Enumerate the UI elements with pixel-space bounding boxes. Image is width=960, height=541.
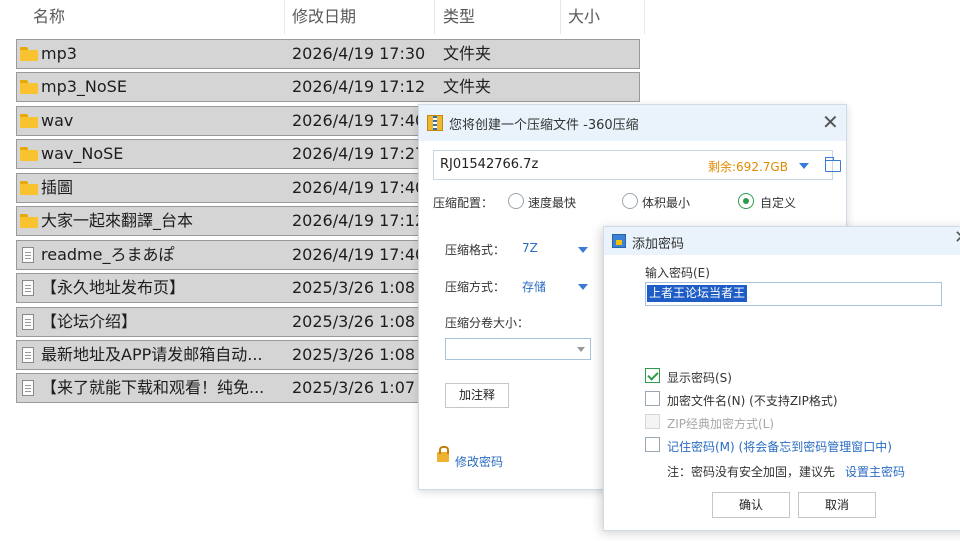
remember-password-checkbox[interactable] [645,437,660,452]
security-note: 注：密码没有安全加固，建议先 [667,465,836,479]
file-name: mp3 [41,44,77,63]
file-name: readme_ろまあぽ [41,245,175,264]
config-label: 压缩配置： [433,196,494,210]
column-header-name[interactable]: 名称 [33,0,65,34]
close-button[interactable]: ✕ [822,110,839,134]
file-icon [22,280,34,296]
column-divider[interactable] [434,0,435,34]
file-row[interactable]: mp3 2026/4/19 17:30 文件夹 [16,39,640,69]
chevron-down-icon[interactable] [577,347,585,352]
password-icon [612,234,626,248]
sort-arrow-icon: ^ [150,0,161,8]
column-header-date[interactable]: 修改日期 [292,0,356,34]
folder-icon [20,80,38,94]
file-date: 2026/4/19 17:30 [292,44,426,63]
file-icon [22,314,34,330]
remember-password-label[interactable]: 记住密码(M) (将会备忘到密码管理窗口中) [667,438,892,455]
split-size-label: 压缩分卷大小： [445,316,530,330]
method-dropdown-icon[interactable] [578,284,588,290]
file-date: 2026/4/19 17:40 [292,245,426,264]
zip-classic-label: ZIP经典加密方式(L) [667,417,775,431]
file-type: 文件夹 [443,77,492,96]
file-name: 【永久地址发布页】 [41,278,186,297]
set-master-password-link[interactable]: 设置主密码 [845,463,905,480]
radio-custom[interactable] [738,193,754,209]
password-value[interactable]: 上者王论坛当者王 [647,285,748,302]
add-password-dialog: 添加密码 ✕ 输入密码(E) 上者王论坛当者王 显示密码(S) 加密文件名(N)… [603,226,960,531]
radio-smallest[interactable] [622,193,638,209]
archive-path-field[interactable]: RJ01542766.7z 剩余:692.7GB [433,150,841,180]
confirm-button[interactable]: 确认 [712,492,790,518]
file-name: wav [41,111,74,130]
file-name: 【来了就能下载和观看！纯免... [41,378,265,397]
file-date: 2025/3/26 1:08 [292,278,416,297]
path-dropdown-icon[interactable] [799,163,809,169]
dialog-titlebar[interactable]: 您将创建一个压缩文件 -360压缩 ✕ [419,105,846,141]
browse-folder-icon[interactable] [824,157,841,172]
file-name: 大家一起來翻譯_台本 [41,211,194,230]
file-row[interactable]: mp3_NoSE 2026/4/19 17:12 文件夹 [16,72,640,102]
format-label: 压缩格式： [445,243,506,257]
option-smallest-label[interactable]: 体积最小 [642,194,690,211]
file-date: 2025/3/26 1:08 [292,345,416,364]
split-size-combobox[interactable] [445,338,591,360]
archive-filename[interactable]: RJ01542766.7z [440,157,538,172]
option-custom-label[interactable]: 自定义 [760,194,796,211]
cancel-button[interactable]: 取消 [798,492,876,518]
format-dropdown-icon[interactable] [578,247,588,253]
column-header-type[interactable]: 类型 [443,0,475,34]
column-divider[interactable] [644,0,645,34]
folder-icon [20,214,38,228]
file-date: 2026/4/19 17:40 [292,178,426,197]
file-type: 文件夹 [443,44,492,63]
file-icon [22,380,34,396]
file-date: 2025/3/26 1:08 [292,312,416,331]
show-password-label[interactable]: 显示密码(S) [667,369,732,386]
file-name: 插圖 [41,178,74,197]
method-label: 压缩方式： [445,280,506,294]
file-icon [22,347,34,363]
file-date: 2025/3/26 1:07 [292,378,416,397]
add-comment-button[interactable]: 加注释 [445,383,509,408]
option-fastest-label[interactable]: 速度最快 [528,194,576,211]
folder-icon [20,114,38,128]
zip-classic-checkbox [645,414,660,429]
folder-icon [20,181,38,195]
free-space-label: 剩余:692.7GB [708,160,788,174]
column-divider[interactable] [560,0,561,34]
file-date: 2026/4/19 17:12 [292,211,426,230]
file-name: 【论坛介绍】 [41,312,138,331]
column-header-size[interactable]: 大小 [568,0,600,34]
show-password-checkbox[interactable] [645,368,660,383]
file-date: 2026/4/19 17:12 [292,77,426,96]
file-name: 最新地址及APP请发邮箱自动... [41,345,263,364]
encrypt-filenames-label[interactable]: 加密文件名(N) (不支持ZIP格式) [667,392,838,409]
file-name: wav_NoSE [41,144,124,163]
dialog-title: 添加密码 [632,237,685,252]
file-date: 2026/4/19 17:40 [292,111,426,130]
dialog-title: 您将创建一个压缩文件 -360压缩 [449,118,639,133]
close-button[interactable]: ✕ [954,227,960,248]
lock-icon [437,446,449,462]
archive-icon [427,115,443,131]
folder-icon [20,47,38,61]
column-divider[interactable] [284,0,285,34]
method-select[interactable]: 存储 [522,278,546,295]
folder-icon [20,147,38,161]
dialog-titlebar[interactable]: 添加密码 ✕ [604,227,960,255]
file-name: mp3_NoSE [41,77,127,96]
radio-fastest[interactable] [508,193,524,209]
password-input[interactable]: 上者王论坛当者王 [645,282,942,306]
format-select[interactable]: 7Z [522,241,538,255]
file-icon [22,247,34,263]
file-date: 2026/4/19 17:27 [292,144,426,163]
change-password-link[interactable]: 修改密码 [455,453,503,470]
password-input-label: 输入密码(E) [645,266,710,280]
encrypt-filenames-checkbox[interactable] [645,391,660,406]
